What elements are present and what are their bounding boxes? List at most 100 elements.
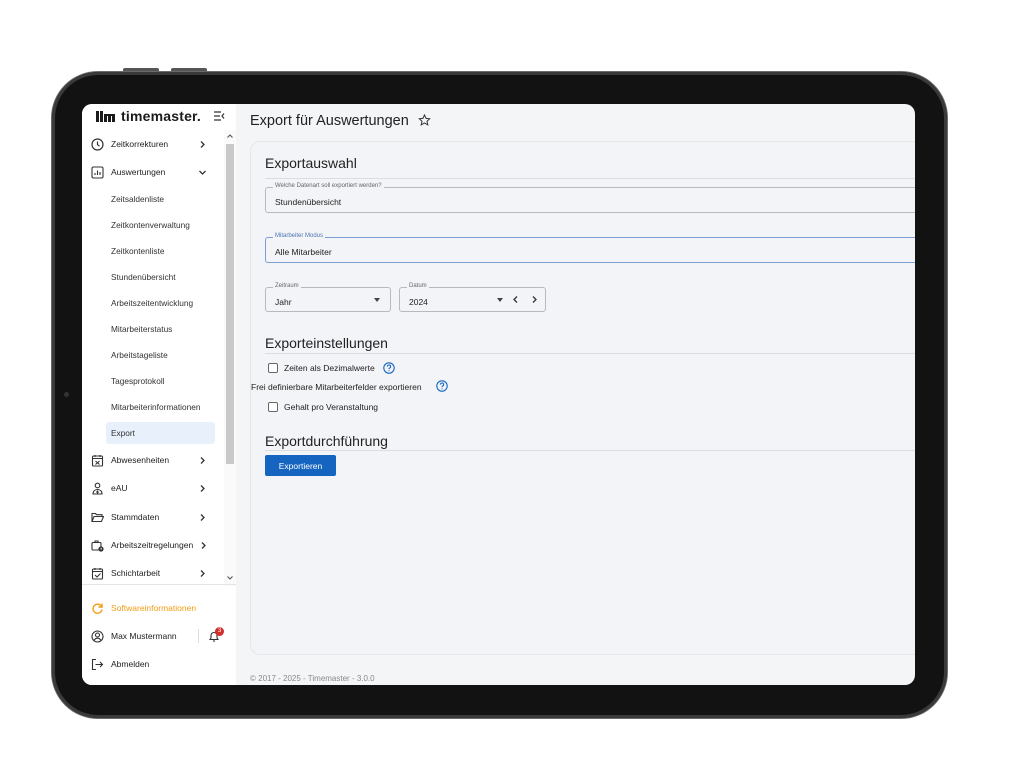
sidebar-subitem-label: Zeitkontenverwaltung [111, 220, 190, 230]
sidebar-subitem-zeitsaldenliste[interactable]: Zeitsaldenliste [106, 188, 215, 210]
collapse-menu-icon[interactable] [213, 110, 225, 122]
sidebar-subitem-tagesprotokoll[interactable]: Tagesprotokoll [106, 370, 215, 392]
scroll-down-icon[interactable] [226, 574, 234, 582]
chevron-right-icon [200, 456, 205, 464]
sidebar-subitem-label: Zeitsaldenliste [111, 194, 165, 204]
sidebar-subitem-zeitkontenverwaltung[interactable]: Zeitkontenverwaltung [106, 214, 215, 236]
chevron-right-icon [200, 140, 205, 148]
gehalt-checkbox[interactable] [268, 402, 278, 412]
calendar-x-icon [91, 454, 104, 467]
sidebar-item-label: Stammdaten [111, 512, 160, 522]
sidebar-subitem-zeitkontenliste[interactable]: Zeitkontenliste [106, 240, 215, 262]
chevron-right-icon [200, 513, 205, 521]
dezimalwerte-label: Zeiten als Dezimalwerte [284, 363, 375, 373]
scroll-up-icon[interactable] [226, 132, 234, 140]
section-title-exporteinstellungen: Exporteinstellungen [265, 335, 388, 351]
datum-legend: Datum [407, 283, 429, 289]
zeitraum-select[interactable]: Zeitraum Jahr [265, 283, 391, 312]
user-circle-icon [91, 629, 104, 643]
next-year-icon[interactable] [530, 295, 539, 304]
dezimalwerte-checkbox[interactable] [268, 363, 278, 373]
export-button[interactable]: Exportieren [265, 455, 336, 476]
sidebar-item-label: eAU [111, 483, 128, 493]
sidebar-subitem-arbeitstageliste[interactable]: Arbeitstageliste [106, 344, 215, 366]
datenart-select[interactable]: Welche Datenart soll exportiert werden? … [265, 183, 915, 213]
sidebar-subitem-label: Mitarbeiterstatus [111, 324, 173, 334]
section-title-exportdurchfuehrung: Exportdurchführung [265, 433, 388, 449]
person-medical-icon [92, 482, 103, 495]
sidebar-subitem-label: Arbeitstageliste [111, 350, 168, 360]
user-profile[interactable]: Max Mustermann 3 [82, 623, 236, 649]
briefcase-clock-icon [91, 539, 104, 552]
sidebar-item-label: Auswertungen [111, 167, 166, 177]
section-divider [265, 450, 915, 451]
chevron-right-icon [201, 541, 206, 549]
freie-felder-label: Frei definierbare Mitarbeiterfelder expo… [251, 382, 422, 392]
zeitraum-dropdown-caret-icon [374, 298, 380, 302]
sidebar-subitem-mitarbeiterinformationen[interactable]: Mitarbeiterinformationen [106, 396, 215, 418]
refresh-icon [92, 603, 103, 614]
sidebar-item-eau[interactable]: eAU [82, 475, 224, 501]
logout-icon [91, 658, 104, 670]
tablet-camera [64, 392, 69, 397]
favorite-star-icon[interactable] [418, 114, 431, 127]
zeitraum-value: Jahr [275, 297, 292, 307]
section-divider [265, 353, 915, 354]
sidebar-subitem-arbeitszeitentwicklung[interactable]: Arbeitszeitentwicklung [106, 292, 215, 314]
mitarbeiter-modus-select[interactable]: Mitarbeiter Modus Alle Mitarbeiter [265, 233, 915, 263]
sidebar-nav: Zeitkorrekturen Auswertungen Zeitsaldenl… [82, 130, 224, 580]
sidebar-subitem-export[interactable]: Export [106, 422, 215, 444]
help-circle-icon[interactable] [436, 380, 448, 392]
modus-value: Alle Mitarbeiter [275, 247, 332, 257]
sidebar-subitem-label: Tagesprotokoll [111, 376, 165, 386]
datum-value: 2024 [409, 297, 428, 307]
sidebar-divider [82, 584, 236, 585]
sidebar-subitem-label: Export [111, 428, 135, 438]
logo-mark-icon [96, 111, 115, 122]
notification-badge: 3 [215, 627, 224, 636]
app-screen: timemaster. Zeitkorrekturen Auswertungen… [82, 104, 915, 685]
sidebar-scrollbar-thumb[interactable] [226, 144, 234, 464]
user-name: Max Mustermann [111, 631, 177, 641]
calendar-check-icon [91, 567, 104, 580]
software-info-label: Softwareinformationen [111, 603, 197, 613]
gehalt-label: Gehalt pro Veranstaltung [284, 402, 379, 412]
sidebar-item-schichtarbeit[interactable]: Schichtarbeit [82, 560, 224, 580]
sidebar-subitem-label: Arbeitszeitentwicklung [111, 298, 194, 308]
section-divider [265, 178, 915, 179]
notification-separator [198, 629, 199, 643]
chevron-right-icon [200, 569, 205, 577]
sidebar-item-zeitkorrekturen[interactable]: Zeitkorrekturen [82, 131, 224, 157]
software-info-link[interactable]: Softwareinformationen [82, 595, 236, 621]
export-card: Exportauswahl Welche Datenart soll expor… [250, 141, 915, 655]
sidebar-item-label: Schichtarbeit [111, 568, 161, 578]
sidebar: timemaster. Zeitkorrekturen Auswertungen… [82, 104, 236, 685]
sidebar-item-auswertungen[interactable]: Auswertungen [82, 159, 224, 185]
previous-year-icon[interactable] [511, 295, 520, 304]
datenart-legend: Welche Datenart soll exportiert werden? [273, 183, 384, 189]
sidebar-item-arbeitszeitregelungen[interactable]: Arbeitszeitregelungen [82, 532, 224, 558]
logout-label: Abmelden [111, 659, 150, 669]
main-content: Export für Auswertungen Exportauswahl We… [236, 104, 915, 685]
folder-open-icon [91, 512, 104, 522]
modus-legend: Mitarbeiter Modus [273, 233, 326, 239]
sidebar-subitem-stundenuebersicht[interactable]: Stundenübersicht [106, 266, 215, 288]
sidebar-item-label: Zeitkorrekturen [111, 139, 169, 149]
sidebar-subitem-label: Stundenübersicht [111, 272, 176, 282]
logo[interactable]: timemaster. [82, 104, 236, 128]
sidebar-item-abwesenheiten[interactable]: Abwesenheiten [82, 447, 224, 473]
sidebar-item-stammdaten[interactable]: Stammdaten [82, 504, 224, 530]
datenart-value: Stundenübersicht [275, 197, 342, 207]
zeitraum-legend: Zeitraum [273, 283, 301, 289]
sidebar-item-label: Abwesenheiten [111, 455, 170, 465]
logout-link[interactable]: Abmelden [82, 651, 236, 677]
logo-text: timemaster. [121, 108, 202, 124]
sidebar-subitem-label: Zeitkontenliste [111, 246, 165, 256]
help-circle-icon[interactable] [383, 362, 395, 374]
report-icon [91, 165, 104, 179]
chevron-down-icon [199, 170, 206, 175]
clock-icon [91, 137, 104, 151]
page-title: Export für Auswertungen [250, 113, 409, 129]
datum-select[interactable]: Datum 2024 [399, 283, 546, 312]
sidebar-subitem-mitarbeiterstatus[interactable]: Mitarbeiterstatus [106, 318, 215, 340]
